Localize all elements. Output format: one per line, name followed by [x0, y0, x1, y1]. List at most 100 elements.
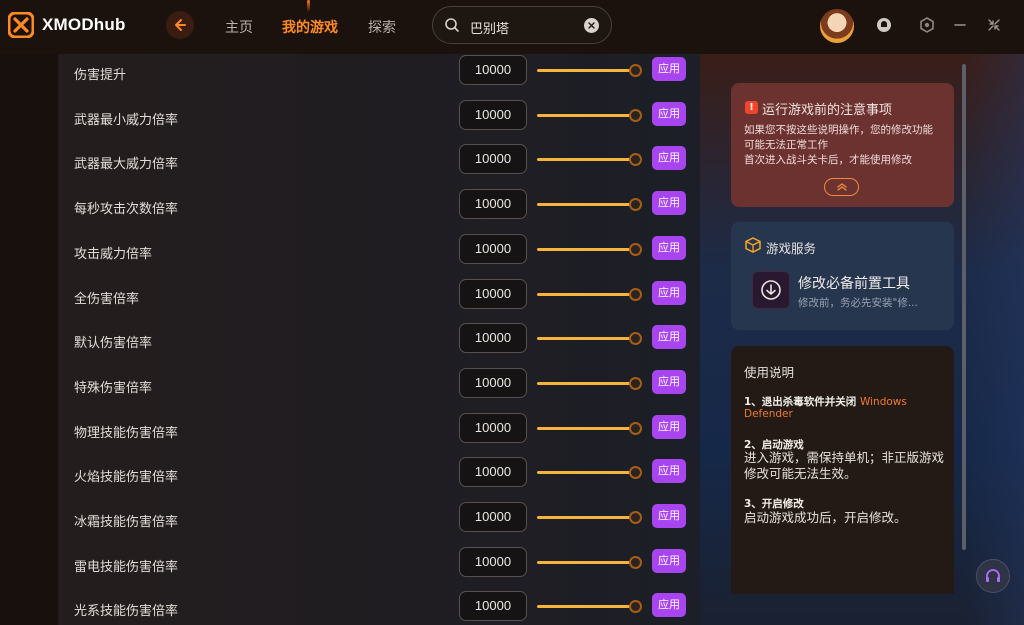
setting-row: 武器最小威力倍率 10000 应用	[58, 96, 700, 140]
setting-slider-track[interactable]	[537, 247, 635, 251]
setting-slider-track[interactable]	[537, 426, 635, 430]
shrink-window-icon[interactable]	[985, 16, 1003, 34]
setting-value-input[interactable]: 10000	[459, 591, 527, 622]
search-icon	[445, 18, 459, 32]
setting-slider-thumb[interactable]	[629, 376, 642, 390]
clear-search-button[interactable]	[584, 18, 599, 33]
close-icon	[588, 22, 595, 29]
search-input[interactable]: 巴别塔	[432, 6, 612, 44]
setting-value-input[interactable]: 10000	[459, 144, 527, 175]
apply-button[interactable]: 应用	[652, 146, 686, 171]
setting-label: 火焰技能伤害倍率	[74, 470, 179, 486]
apply-button[interactable]: 应用	[652, 369, 686, 394]
scrollbar[interactable]	[962, 64, 966, 550]
setting-slider-track[interactable]	[537, 381, 635, 385]
setting-label: 光系技能伤害倍率	[74, 604, 179, 620]
box-icon	[745, 237, 761, 253]
arrow-left-icon	[175, 19, 186, 31]
collapse-notice-button[interactable]	[824, 178, 859, 196]
setting-slider-thumb[interactable]	[629, 600, 642, 614]
apply-button[interactable]: 应用	[652, 548, 686, 573]
setting-slider-track[interactable]	[537, 605, 635, 609]
service-header: 游戏服务	[766, 241, 817, 256]
apply-button[interactable]: 应用	[652, 57, 686, 81]
app-logo[interactable]: XMODhub	[8, 12, 126, 38]
setting-value-input[interactable]: 10000	[459, 233, 527, 264]
setting-slider-track[interactable]	[537, 113, 635, 117]
setting-value-input[interactable]: 10000	[459, 99, 527, 130]
nav-my-games[interactable]: 我的游戏	[282, 17, 338, 37]
setting-slider-track[interactable]	[537, 337, 635, 341]
app-title: XMODhub	[42, 15, 126, 34]
setting-slider-track[interactable]	[537, 471, 635, 475]
apply-button[interactable]: 应用	[652, 593, 686, 618]
setting-slider-thumb[interactable]	[629, 64, 642, 77]
setting-slider-thumb[interactable]	[629, 466, 642, 480]
apply-button[interactable]: 应用	[652, 325, 686, 350]
nav-explore[interactable]: 探索	[368, 17, 396, 37]
download-tool-button[interactable]	[752, 271, 790, 309]
setting-label: 冰霜技能伤害倍率	[74, 515, 179, 530]
minimize-icon[interactable]	[951, 16, 969, 34]
setting-label: 全伤害倍率	[74, 291, 140, 307]
top-bar: XMODhub 主页 我的游戏 探索 巴别塔	[0, 0, 1024, 54]
setting-slider-track[interactable]	[537, 292, 635, 296]
setting-slider-track[interactable]	[537, 203, 635, 207]
avatar[interactable]	[820, 9, 854, 43]
settings-hex-icon[interactable]	[918, 16, 936, 34]
notice-line: 如果您不按这些说明操作，您的修改功能	[744, 124, 933, 136]
step1-highlight-2: Defender	[744, 408, 793, 420]
setting-slider-track[interactable]	[537, 69, 635, 72]
tool-description: 修改前，务必先安装"修...	[798, 297, 918, 309]
nav-home[interactable]: 主页	[225, 17, 253, 37]
setting-slider-thumb[interactable]	[629, 332, 642, 346]
setting-slider-thumb[interactable]	[629, 108, 642, 122]
setting-slider-thumb[interactable]	[629, 242, 642, 256]
setting-row: 攻击威力倍率 10000 应用	[58, 230, 700, 274]
setting-slider-thumb[interactable]	[629, 153, 642, 167]
setting-slider-track[interactable]	[537, 158, 635, 162]
guide-step-title-continued: Defender	[744, 408, 793, 420]
notification-icon[interactable]	[875, 16, 893, 34]
setting-value-input[interactable]: 10000	[459, 189, 527, 220]
apply-button[interactable]: 应用	[652, 459, 686, 484]
step2-body: 进入游戏，需保持单机；非正版游戏修改可能无法生效。	[744, 450, 945, 481]
setting-value-input[interactable]: 10000	[459, 412, 527, 443]
support-button[interactable]	[976, 559, 1010, 593]
apply-button[interactable]: 应用	[652, 235, 686, 260]
back-button[interactable]	[166, 11, 194, 39]
setting-slider-track[interactable]	[537, 516, 635, 519]
setting-slider-thumb[interactable]	[629, 555, 642, 569]
apply-button[interactable]: 应用	[652, 414, 686, 439]
setting-value-input[interactable]: 10000	[459, 502, 527, 532]
setting-value-input[interactable]: 10000	[459, 55, 527, 85]
setting-slider-track[interactable]	[537, 560, 635, 564]
setting-row: 伤害提升 10000 应用	[58, 54, 700, 95]
notice-line: 首次进入战斗关卡后，才能使用修改	[744, 154, 912, 166]
apply-button[interactable]: 应用	[652, 504, 686, 528]
apply-button[interactable]: 应用	[652, 280, 686, 305]
mod-settings-panel: 伤害提升 10000 应用 武器最小威力倍率 10000 应用 武器最大威力倍率 10000 应…	[58, 54, 700, 625]
apply-button[interactable]: 应用	[652, 191, 686, 216]
setting-label: 武器最小威力倍率	[74, 112, 179, 128]
apply-button[interactable]: 应用	[652, 101, 686, 126]
setting-value-input[interactable]: 10000	[459, 278, 527, 309]
setting-slider-thumb[interactable]	[629, 287, 642, 301]
download-icon	[761, 280, 781, 300]
guide-step-title: 1、退出杀毒软件并关闭 Windows	[744, 394, 907, 409]
setting-label: 攻击威力倍率	[74, 246, 153, 262]
setting-slider-thumb[interactable]	[629, 198, 642, 212]
setting-slider-thumb[interactable]	[629, 421, 642, 435]
tool-name[interactable]: 修改必备前置工具	[798, 273, 910, 293]
guide-header: 使用说明	[744, 365, 795, 380]
setting-row: 默认伤害倍率 10000 应用	[58, 319, 700, 363]
setting-value-input[interactable]: 10000	[459, 457, 527, 488]
warning-icon: !	[745, 101, 758, 114]
setting-row: 光系技能伤害倍率 10000 应用	[58, 587, 700, 625]
chevron-up-icon	[836, 183, 847, 191]
game-service-card: 游戏服务 修改必备前置工具 修改前，务必先安装"修...	[731, 222, 954, 330]
setting-value-input[interactable]: 10000	[459, 367, 527, 398]
setting-slider-thumb[interactable]	[629, 511, 642, 524]
setting-value-input[interactable]: 10000	[459, 546, 527, 577]
setting-value-input[interactable]: 10000	[459, 323, 527, 354]
